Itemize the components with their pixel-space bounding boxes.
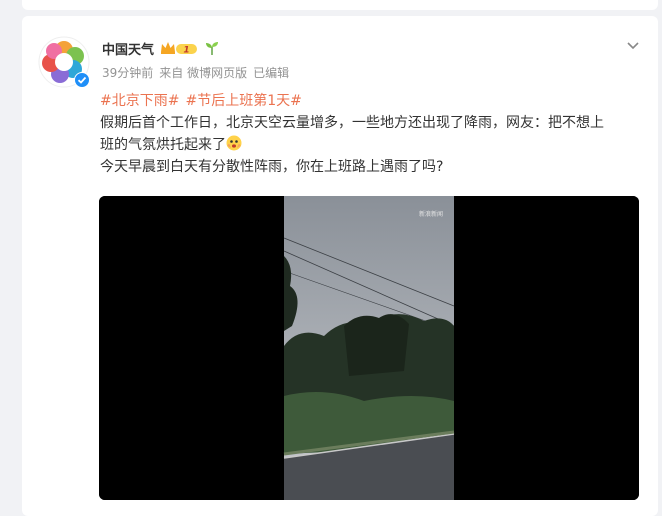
author-name[interactable]: 中国天气 [102,39,154,58]
post-text-line-1: 假期后首个工作日，北京天空云量增多，一些地方还出现了降雨，网友：把不想上 [100,115,604,131]
badge-level: 1 [183,46,189,56]
weibo-post-card: 中国天气 1 39分钟前 来自 微博网页版 已编辑 #北京下雨# #节后上班第1… [22,16,658,516]
vip-crown-icon[interactable]: 1 [160,41,198,55]
post-time[interactable]: 39分钟前 [102,64,153,81]
sprout-icon[interactable] [204,40,220,56]
scared-face-emoji [226,135,242,151]
post-content: #北京下雨# #节后上班第1天# 假期后首个工作日，北京天空云量增多，一些地方还… [100,90,648,178]
video-frame: 新浪新闻 [99,196,639,500]
hashtag-beijing-rain[interactable]: #北京下雨# [100,90,179,112]
post-text-line-3: 今天早晨到白天有分散性阵雨，你在上班路上遇雨了吗? [100,159,444,175]
post-text-line-2-text: 班的气氛烘托起来了 [100,137,226,153]
video-watermark: 新浪新闻 [419,210,443,218]
previous-post-card [22,0,658,10]
verified-badge-icon [74,72,90,88]
edited-label[interactable]: 已编辑 [253,64,289,81]
video-player[interactable]: 新浪新闻 [99,196,639,500]
post-source: 来自 微博网页版 [159,66,248,80]
hashtag-row: #北京下雨# #节后上班第1天# [100,90,648,112]
chevron-down-icon[interactable] [624,36,642,54]
hashtag-first-workday[interactable]: #节后上班第1天# [185,90,301,112]
post-meta: 39分钟前 来自 微博网页版 已编辑 [102,64,289,81]
post-text-line-2: 班的气氛烘托起来了 [100,134,648,156]
author-row: 中国天气 1 [102,38,220,58]
